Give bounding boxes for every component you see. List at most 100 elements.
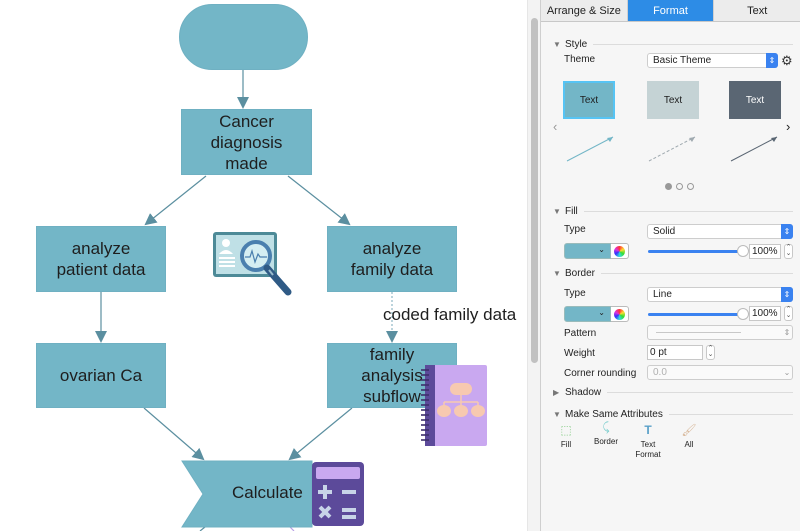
pattern-select[interactable]: ⇕ [647,325,793,340]
analyze-family-node[interactable]: analyze family data [327,226,457,292]
diagram-canvas[interactable]: Cancer diagnosis made analyze patient da… [0,0,527,531]
weight-stepper[interactable]: ⌃ ⌄ [706,345,715,360]
weight-label: Weight [564,348,595,359]
border-color-picker-button[interactable] [611,306,629,322]
calculator-icon[interactable] [311,461,365,527]
pattern-label: Pattern [564,328,597,339]
tab-text[interactable]: Text [714,0,800,21]
fill-color-control: ⌄ [564,243,629,259]
make-same-border-button[interactable]: ⤹ Border [586,420,626,447]
shadow-section-header[interactable]: ▶ Shadow [553,387,793,398]
disclosure-triangle-icon: ▼ [553,207,561,216]
page-dot[interactable] [687,183,694,190]
tab-format[interactable]: Format [627,0,715,21]
start-terminator[interactable] [179,4,308,70]
slider-knob[interactable] [737,308,749,320]
make-same-section-header[interactable]: ▼ Make Same Attributes [553,409,793,420]
make-same-text-format-button[interactable]: T Text Format [628,424,668,460]
border-opacity-slider[interactable] [648,308,749,320]
theme-line-preview-3[interactable] [730,136,778,162]
subflow-notebook-icon[interactable] [421,364,487,447]
border-color-control: ⌄ [564,306,629,322]
border-color-well[interactable]: ⌄ [564,306,611,322]
fill-opacity-stepper[interactable]: ⌃ ⌄ [784,244,793,259]
color-wheel-icon [614,245,625,257]
make-same-fill-button[interactable]: ⬚ Fill [546,423,586,450]
paintbrush-icon: 🖌 [681,423,697,437]
fill-square-icon: ⬚ [560,423,572,437]
border-opacity-stepper[interactable]: ⌃ ⌄ [784,306,793,321]
corner-rounding-label: Corner rounding [564,368,637,379]
canvas-vertical-scrollbar[interactable] [527,0,540,531]
make-same-all-button[interactable]: 🖌 All [669,423,709,450]
edge-ovarian-to-calculate[interactable] [143,407,205,461]
fill-opacity-slider[interactable] [648,245,749,257]
style-section-header[interactable]: ▼ Style [553,39,793,50]
gear-icon[interactable]: ⚙ [781,53,793,69]
chevron-down-icon: ⌄ [598,308,605,317]
theme-card-1[interactable]: Text [563,81,615,119]
edge-label-coded-family-data[interactable]: coded family data [383,305,516,325]
node-text-line: diagnosis [210,132,283,152]
node-text-line: analysis [361,366,423,385]
theme-page-indicator [665,183,694,190]
node-text-line: subflow [363,387,421,406]
fill-section-header[interactable]: ▼ Fill [553,206,793,217]
fill-color-picker-button[interactable] [611,243,629,259]
cancer-diagnosis-node[interactable]: Cancer diagnosis made [181,109,312,175]
node-text-line: analyze [71,239,131,258]
analyze-patient-node[interactable]: analyze patient data [36,226,166,292]
theme-label: Theme [564,54,596,65]
page-dot[interactable] [665,183,672,190]
format-inspector: Arrange & Size Format Text ▼ Style Theme… [540,0,800,531]
edge-continuation [199,526,206,531]
patient-record-search-icon[interactable] [212,230,294,298]
node-text-line: patient data [56,260,146,279]
edge-diagnosis-to-patient[interactable] [144,175,207,226]
page-dot[interactable] [676,183,683,190]
border-type-label: Type [564,288,586,299]
chevron-left-icon[interactable]: ‹ [553,119,557,134]
theme-line-preview-1[interactable] [566,136,614,162]
edge-continuation [289,526,295,531]
edge-subflow-to-calculate[interactable] [288,407,353,461]
corner-rounding-select[interactable]: 0.0 ⌄ [647,365,793,380]
color-wheel-icon [614,308,625,320]
border-curve-icon: ⤹ [602,420,610,434]
theme-line-preview-2[interactable] [648,136,696,162]
node-text-line: ovarian Ca [59,366,143,385]
node-text-line: family [369,345,415,364]
select-stepper-icon: ⇕ [781,287,793,302]
disclosure-triangle-icon: ▼ [553,410,561,419]
fill-type-select[interactable]: Solid ⇕ [647,224,793,239]
calculate-label: Calculate [232,483,303,502]
edge-diagnosis-to-family[interactable] [287,175,351,226]
slider-knob[interactable] [737,245,749,257]
chevron-down-icon: ⌄ [598,245,605,254]
border-type-select[interactable]: Line ⇕ [647,287,793,302]
theme-card-2[interactable]: Text [647,81,699,119]
node-text-line: Cancer [219,111,274,131]
theme-select[interactable]: Basic Theme ⇕ [647,53,778,68]
scroll-thumb[interactable] [531,18,538,363]
inspector-tabs: Arrange & Size Format Text [541,0,800,22]
theme-card-3[interactable]: Text [729,81,781,119]
select-stepper-icon: ⇕ [783,328,791,337]
node-text-line: family data [350,260,434,279]
weight-field[interactable]: 0 pt [647,345,703,360]
node-text-line: analyze [362,239,422,258]
disclosure-triangle-icon: ▼ [553,269,561,278]
tab-arrange-size[interactable]: Arrange & Size [541,0,628,21]
select-stepper-icon: ⇕ [766,53,778,68]
disclosure-triangle-icon: ▼ [553,40,561,49]
fill-opacity-field[interactable]: 100% [749,244,781,259]
disclosure-triangle-collapsed-icon: ▶ [553,388,560,397]
select-stepper-icon: ⇕ [781,224,793,239]
ovarian-node[interactable]: ovarian Ca [36,343,166,408]
fill-type-label: Type [564,224,586,235]
chevron-down-icon: ⌄ [783,368,791,377]
fill-color-well[interactable]: ⌄ [564,243,611,259]
border-opacity-field[interactable]: 100% [749,306,781,321]
theme-line-previews [566,136,778,162]
border-section-header[interactable]: ▼ Border [553,268,793,279]
